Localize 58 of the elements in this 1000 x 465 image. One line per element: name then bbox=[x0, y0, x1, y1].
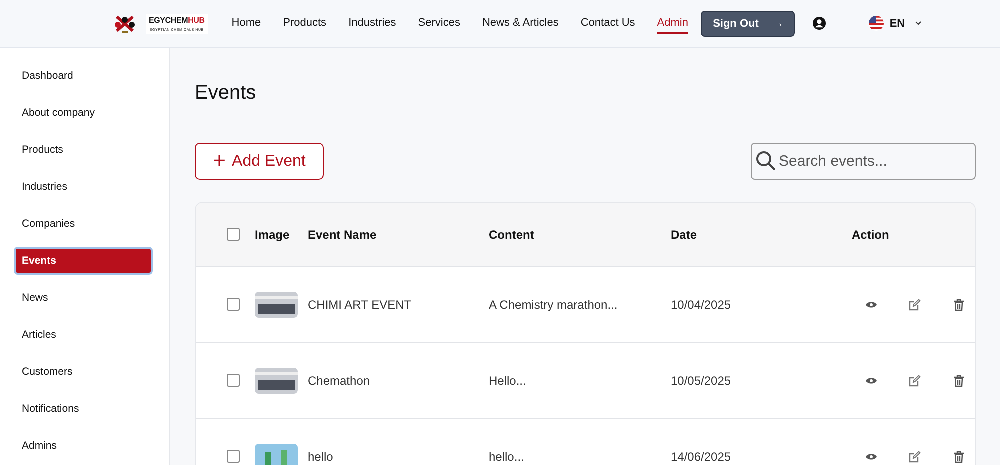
sidebar-item[interactable]: Events bbox=[14, 247, 153, 275]
nav-link[interactable]: Products bbox=[283, 14, 327, 34]
edit-icon[interactable] bbox=[909, 374, 921, 386]
sidebar-item[interactable]: News bbox=[14, 284, 153, 312]
sidebar-item[interactable]: Articles bbox=[14, 321, 153, 349]
edit-icon[interactable] bbox=[909, 450, 921, 462]
view-icon[interactable] bbox=[866, 300, 877, 308]
event-content: A Chemistry marathon... bbox=[489, 298, 619, 312]
caret-icon bbox=[915, 21, 922, 26]
sidebar-item[interactable]: Admins bbox=[14, 432, 153, 460]
photo-placeholder bbox=[255, 292, 298, 318]
checkbox[interactable] bbox=[227, 450, 240, 463]
edit-icon[interactable] bbox=[909, 298, 921, 310]
view-icon[interactable] bbox=[866, 376, 877, 384]
view-icon[interactable] bbox=[866, 452, 877, 460]
checkbox[interactable] bbox=[227, 374, 240, 387]
event-name: Chemathon bbox=[308, 374, 372, 388]
nav-link[interactable]: News & Articles bbox=[482, 14, 559, 34]
event-name: hello bbox=[308, 450, 334, 464]
sidebar-item[interactable]: Dashboard bbox=[14, 62, 153, 90]
sidebar-item[interactable]: Companies bbox=[14, 210, 153, 238]
checkbox[interactable] bbox=[227, 298, 240, 311]
logo-icon bbox=[114, 14, 136, 34]
sidebar-item[interactable]: Customers bbox=[14, 358, 153, 386]
column-header: Content bbox=[489, 228, 536, 242]
nav-link[interactable]: Admin bbox=[657, 14, 688, 34]
sidebar-item[interactable]: Notifications bbox=[14, 395, 153, 423]
event-content: Hello... bbox=[489, 374, 528, 388]
event-date: 10/04/2025 bbox=[671, 298, 732, 312]
event-date: 10/05/2025 bbox=[671, 374, 732, 388]
sidebar-item[interactable]: Industries bbox=[14, 173, 153, 201]
sidebar-item[interactable]: Products bbox=[14, 136, 153, 164]
column-header: Date bbox=[671, 228, 698, 242]
column-header: Event Name bbox=[308, 228, 378, 242]
event-name: CHIMI ART EVENT bbox=[308, 298, 413, 312]
add-event-button[interactable]: + Add Event bbox=[195, 143, 324, 180]
event-content: hello... bbox=[489, 450, 526, 464]
column-header: Action bbox=[852, 228, 890, 242]
search-icon bbox=[756, 151, 776, 171]
checkbox[interactable] bbox=[227, 228, 240, 241]
user-icon[interactable] bbox=[813, 17, 826, 30]
language-selector[interactable]: EN bbox=[848, 10, 942, 36]
flag-icon bbox=[868, 16, 884, 31]
sidebar-item[interactable]: About company bbox=[14, 99, 153, 127]
delete-icon[interactable] bbox=[954, 374, 964, 386]
nav-link[interactable]: Industries bbox=[348, 14, 396, 34]
delete-icon[interactable] bbox=[954, 298, 964, 310]
nav-link[interactable]: Contact Us bbox=[580, 14, 636, 34]
nav-link[interactable]: Home bbox=[232, 14, 262, 34]
search-field[interactable]: Search events... bbox=[751, 143, 976, 180]
sign-out-button[interactable]: Sign Out → bbox=[701, 10, 796, 36]
nav-link[interactable]: Services bbox=[418, 14, 460, 34]
event-date: 14/06/2025 bbox=[671, 450, 732, 464]
photo-placeholder bbox=[255, 444, 298, 465]
page-title: Events bbox=[195, 82, 258, 105]
photo-placeholder bbox=[255, 368, 298, 394]
column-header: Image bbox=[255, 228, 291, 242]
delete-icon[interactable] bbox=[954, 450, 964, 462]
